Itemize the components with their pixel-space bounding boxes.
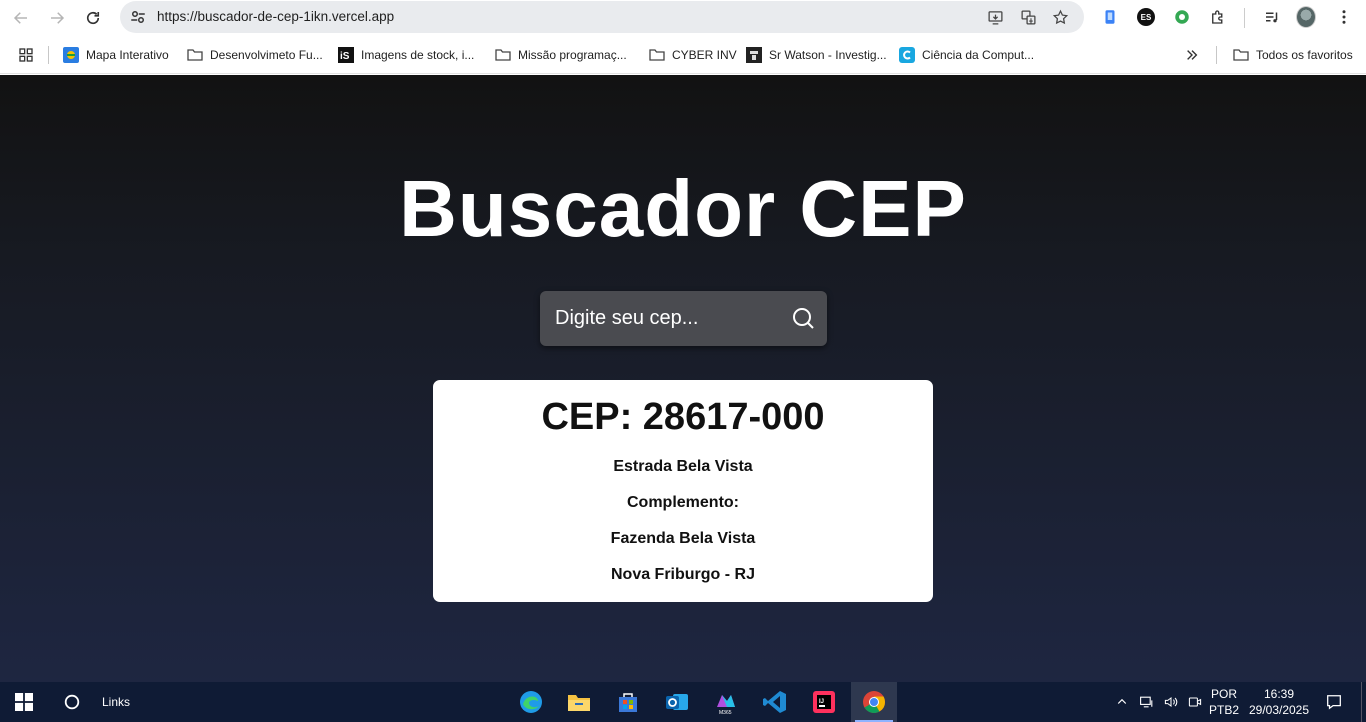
street-text: Estrada Bela Vista [613, 458, 753, 475]
outlook-icon [666, 694, 688, 710]
watson-favicon-icon [746, 47, 762, 63]
istock-favicon-icon: iS [338, 47, 354, 63]
svg-text:M365: M365 [719, 710, 732, 715]
address-result-card: CEP: 28617-000 Estrada Bela Vista Comple… [433, 380, 933, 602]
meet-now-icon[interactable] [1184, 682, 1206, 722]
extensions-puzzle-icon[interactable] [1208, 7, 1228, 27]
folder-icon [187, 47, 203, 63]
clock-date: 29/03/2025 [1248, 703, 1310, 717]
taskbar-m365[interactable]: M365 [703, 682, 749, 722]
media-controls-icon[interactable] [1262, 7, 1282, 27]
bookmarks-divider [1216, 46, 1217, 64]
cep-search-box [540, 291, 827, 346]
es-badge: ES [1137, 8, 1155, 26]
file-explorer-icon [568, 695, 590, 711]
taskbar-outlook[interactable] [654, 682, 700, 722]
search-icon [793, 308, 814, 329]
bookmarks-divider [48, 46, 49, 64]
show-desktop-button[interactable] [1361, 682, 1366, 722]
cep-heading: CEP: 28617-000 [541, 396, 825, 438]
apps-grid-icon[interactable] [18, 46, 34, 64]
bookmark-item[interactable]: Mapa Interativo [63, 46, 169, 64]
clock-time: 16:39 [1263, 687, 1295, 701]
extension-green-icon[interactable] [1172, 7, 1192, 27]
page-title: Buscador CEP [399, 164, 967, 253]
folder-icon [1233, 47, 1249, 63]
language-indicator[interactable]: POR PTB2 [1206, 682, 1242, 722]
bookmarks-bar: Mapa Interativo Desenvolvimeto Fu... iS … [0, 36, 1366, 74]
taskbar-intellij[interactable]: IJ [801, 682, 847, 722]
search-button[interactable] [791, 306, 815, 330]
notification-icon [1327, 695, 1341, 710]
taskbar-vscode[interactable] [752, 682, 798, 722]
taskbar-edge[interactable] [508, 682, 554, 722]
arrow-right-icon [51, 12, 65, 24]
forward-button[interactable] [44, 5, 70, 31]
intellij-icon: IJ [813, 691, 835, 713]
back-button[interactable] [8, 5, 34, 31]
reload-button[interactable] [80, 5, 106, 31]
bookmark-item[interactable]: iS Imagens de stock, i... [338, 46, 474, 64]
folder-icon [495, 47, 511, 63]
more-bookmarks-icon[interactable] [1185, 46, 1199, 64]
volume-icon[interactable] [1160, 682, 1182, 722]
c-favicon-icon [899, 47, 915, 63]
store-icon [619, 693, 637, 712]
svg-text:iS: iS [340, 51, 350, 62]
taskbar-chrome[interactable] [851, 682, 897, 722]
site-settings-icon[interactable] [128, 7, 148, 27]
windows-logo-icon [15, 693, 33, 711]
menu-kebab-icon[interactable] [1334, 7, 1354, 27]
m365-icon: M365 [717, 695, 735, 715]
extension-docs-icon[interactable] [1100, 7, 1120, 27]
taskbar-file-explorer[interactable] [556, 682, 602, 722]
address-bar[interactable]: https://buscador-de-cep-1ikn.vercel.app [120, 1, 1084, 33]
profile-avatar[interactable] [1296, 6, 1316, 28]
bookmark-star-icon[interactable] [1050, 7, 1070, 27]
map-favicon-icon [63, 47, 79, 63]
install-app-icon[interactable] [985, 7, 1005, 27]
cortana-button[interactable] [50, 682, 94, 722]
bookmark-folder[interactable]: CYBER INV [649, 46, 737, 64]
cortana-circle-icon [64, 694, 80, 710]
start-button[interactable] [0, 682, 48, 722]
arrow-left-icon [13, 12, 27, 24]
vscode-icon [763, 691, 786, 713]
windows-taskbar: Links M365 IJ POR PTB2 16:39 29/03/2025 [0, 682, 1366, 722]
bookmark-folder[interactable]: Desenvolvimeto Fu... [187, 46, 323, 64]
extension-es-icon[interactable]: ES [1136, 7, 1156, 27]
toolbar-divider [1244, 8, 1245, 28]
links-toolbar[interactable]: Links [96, 682, 136, 722]
network-icon[interactable] [1136, 682, 1158, 722]
folder-icon [649, 47, 665, 63]
svg-text:IJ: IJ [819, 699, 824, 705]
all-bookmarks-folder[interactable]: Todos os favoritos [1233, 46, 1353, 64]
taskbar-store[interactable] [605, 682, 651, 722]
cep-input[interactable] [540, 291, 780, 346]
url-text[interactable]: https://buscador-de-cep-1ikn.vercel.app [157, 9, 394, 24]
page-content: Buscador CEP CEP: 28617-000 Estrada Bela… [0, 75, 1366, 682]
keyboard-layout: PTB2 [1208, 703, 1239, 717]
clock[interactable]: 16:39 29/03/2025 [1244, 682, 1314, 722]
tray-overflow-icon[interactable] [1112, 682, 1132, 722]
bookmark-item[interactable]: Ciência da Comput... [899, 46, 1034, 64]
action-center-button[interactable] [1318, 682, 1350, 722]
neighborhood-text: Fazenda Bela Vista [610, 530, 756, 547]
translate-icon[interactable] [1018, 7, 1038, 27]
language-code: POR [1210, 687, 1237, 701]
browser-toolbar: https://buscador-de-cep-1ikn.vercel.app … [0, 0, 1366, 36]
chrome-icon [863, 691, 885, 713]
edge-icon [520, 691, 542, 713]
bookmark-item[interactable]: Sr Watson - Investig... [746, 46, 887, 64]
city-state-text: Nova Friburgo - RJ [610, 566, 755, 583]
reload-icon [86, 11, 100, 25]
complement-text: Complemento: [627, 494, 739, 511]
bookmark-folder[interactable]: Missão programaç... [495, 46, 627, 64]
